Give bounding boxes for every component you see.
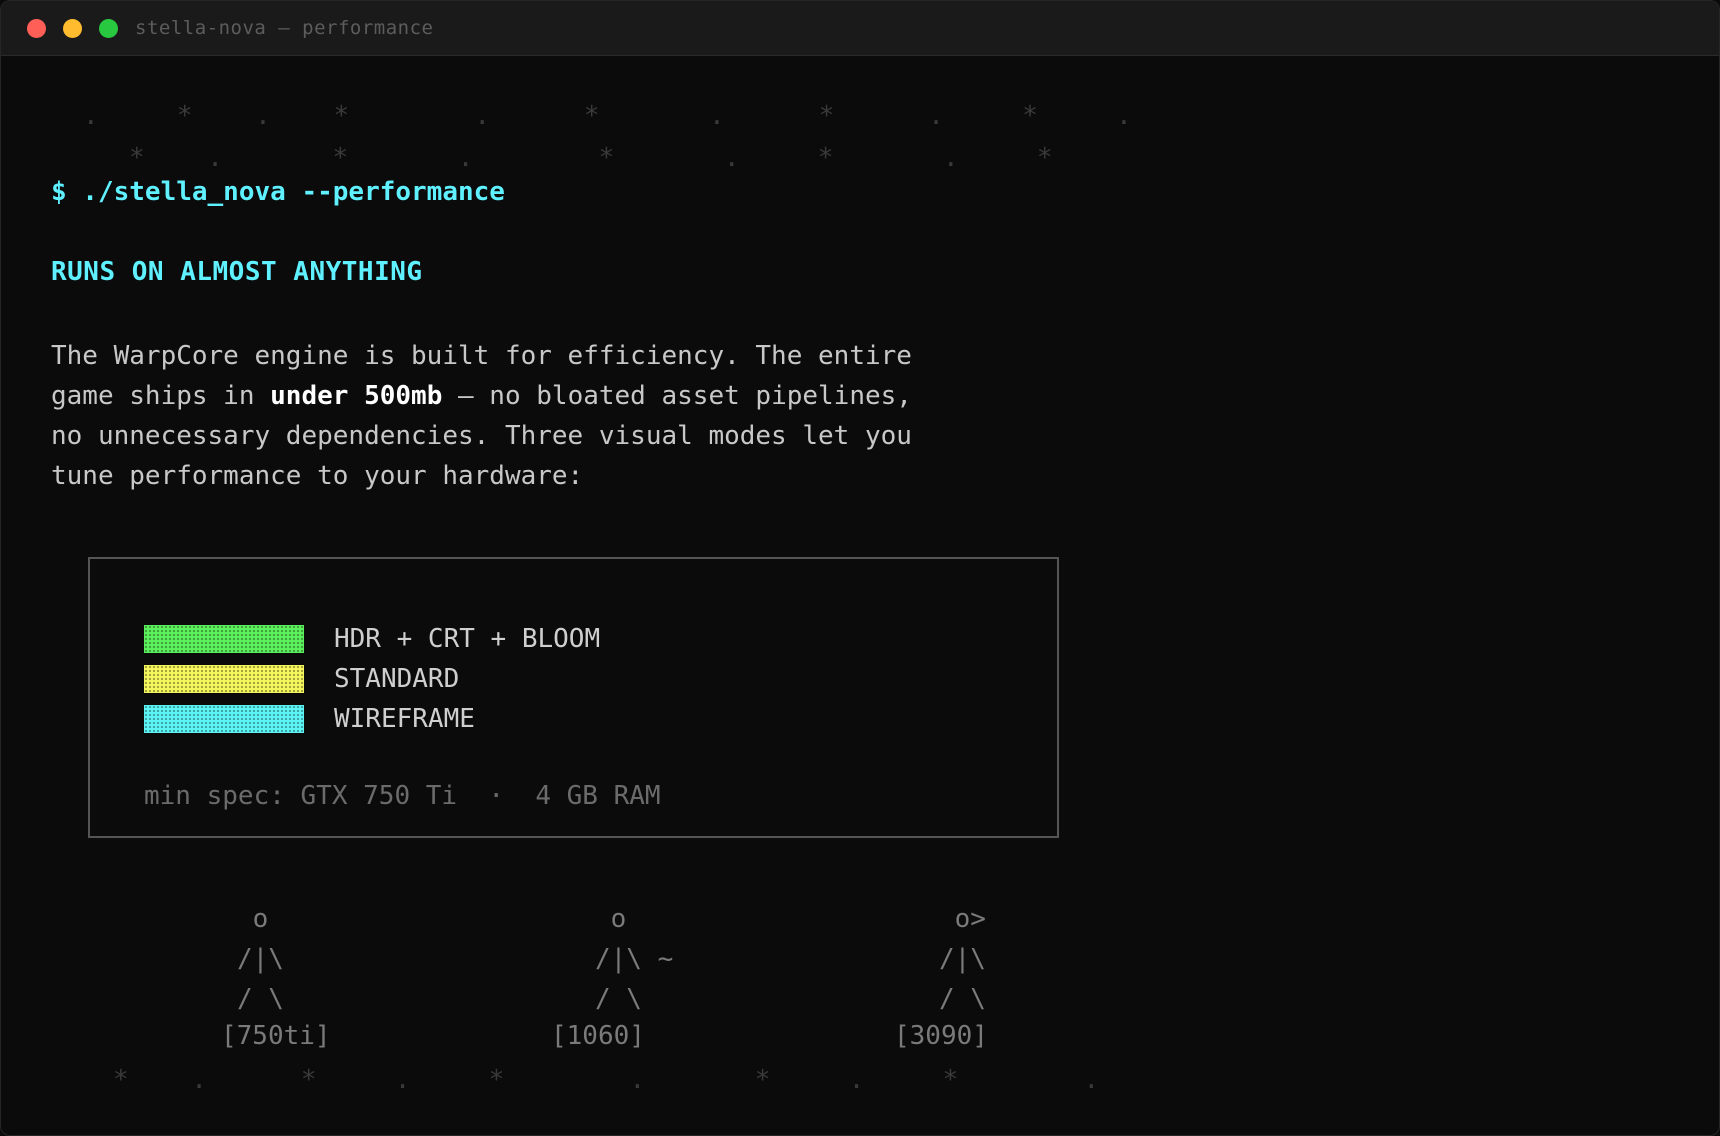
close-window-button[interactable] [27,19,46,38]
decorative-stars-top-2: * . * . * . * . * [129,143,1053,173]
title-bar: stella-nova — performance [1,1,1719,56]
mode-row-hdr: HDR + CRT + BLOOM [144,624,601,654]
maximize-window-button[interactable] [99,19,118,38]
standard-mode-swatch [144,665,304,693]
gpu-label-750ti: [750ti] [221,1021,331,1051]
terminal-window: stella-nova — performance . * . * . * . … [0,0,1720,1136]
gpu-label-1060: [1060] [551,1021,645,1051]
hdr-mode-swatch [144,625,304,653]
ascii-figure-1060: o /|\ ~ / \ [595,904,674,1014]
ascii-figure-750ti: o /|\ / \ [237,904,284,1014]
mode-row-standard: STANDARD [144,664,460,694]
minimize-window-button[interactable] [63,19,82,38]
command-prompt: $ ./stella_nova --performance [51,177,505,207]
visual-modes-panel: HDR + CRT + BLOOM STANDARD WIREFRAME min… [88,557,1059,838]
ascii-figure-3090: o> /|\ / \ [939,904,986,1014]
min-spec-text: min spec: GTX 750 Ti · 4 GB RAM [144,781,661,811]
hdr-mode-label: HDR + CRT + BLOOM [334,624,601,654]
decorative-stars-top-1: . * . * . * . * . * . [83,101,1132,131]
wireframe-mode-swatch [144,705,304,733]
wireframe-mode-label: WIREFRAME [334,704,475,734]
mode-row-wireframe: WIREFRAME [144,704,475,734]
description-paragraph: The WarpCore engine is built for efficie… [51,336,951,496]
standard-mode-label: STANDARD [334,664,460,694]
gpu-label-3090: [3090] [894,1021,988,1051]
size-emphasis: under 500mb [270,381,443,411]
section-heading: RUNS ON ALMOST ANYTHING [51,257,423,287]
window-title: stella-nova — performance [135,17,434,39]
decorative-stars-bottom: * . * . * . * . * . [113,1065,1100,1095]
